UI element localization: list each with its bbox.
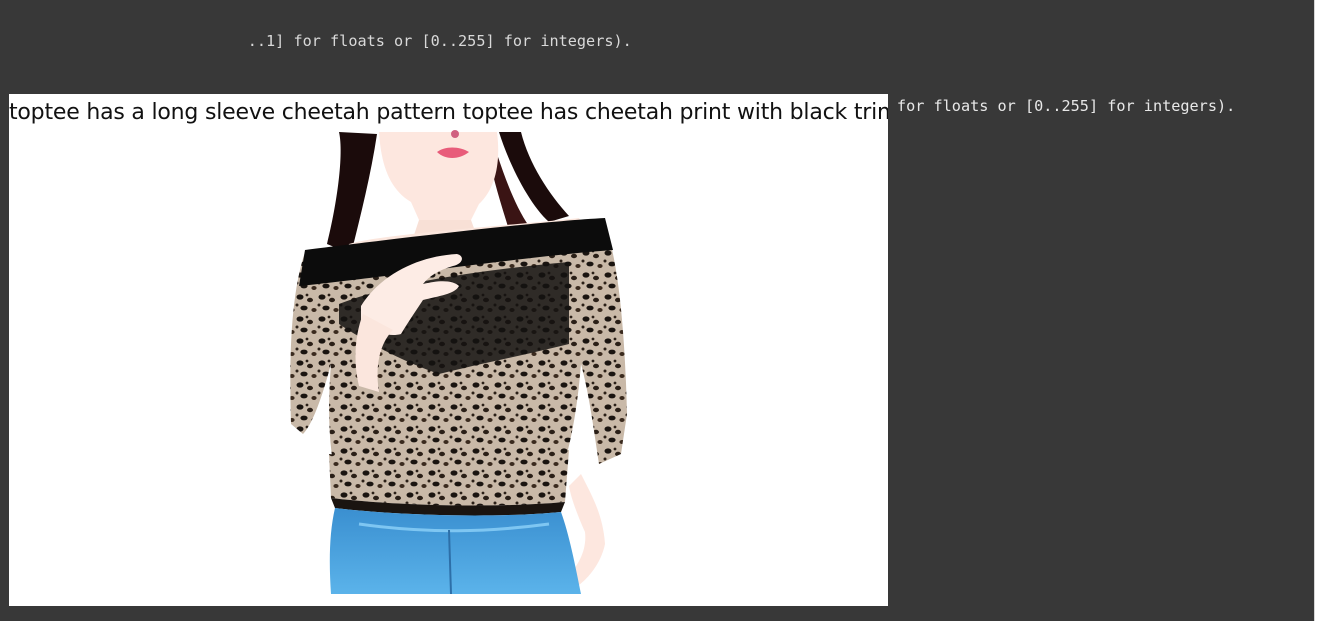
photo-woman-cheetah-top-icon <box>290 130 627 595</box>
gutter-divider <box>1314 0 1315 621</box>
cell-output-area: ..1] for floats or [0..255] for integers… <box>0 0 1314 621</box>
stdout-line-clipped: ..1] for floats or [0..255] for integers… <box>10 32 632 50</box>
right-gutter <box>1314 0 1327 621</box>
matplotlib-figure: toptee has a long sleeve cheetah pattern… <box>9 94 888 606</box>
figure-title: toptee has a long sleeve cheetah pattern… <box>9 100 888 125</box>
